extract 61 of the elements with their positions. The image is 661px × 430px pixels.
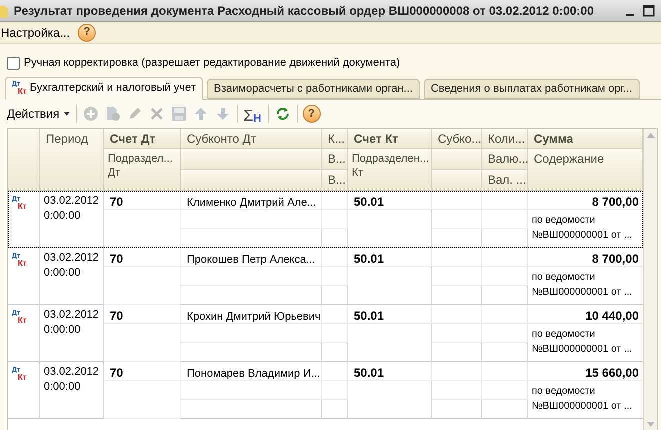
table-cell: 70 [110, 309, 124, 323]
arrow-up-icon [194, 107, 208, 121]
tab[interactable]: Сведения о выплатах работникам орг... [424, 79, 640, 99]
table-cell-text: по ведомости №ВШ000000001 от ... [532, 214, 634, 243]
column-header[interactable]: Период [40, 129, 104, 191]
scroll-up-icon[interactable] [646, 133, 654, 138]
table-cell: 03.02.2012 0:00:00 [44, 194, 99, 224]
table-cell: 70 [110, 195, 124, 209]
column-header[interactable]: Содержание [528, 149, 643, 191]
column-header[interactable]: В... [322, 149, 348, 170]
column-header[interactable]: К... [322, 129, 348, 149]
column-header[interactable]: Коли... [482, 129, 528, 149]
table-cell: 03.02.2012 0:00:00 [44, 308, 99, 338]
table-cell: 70 [110, 252, 124, 266]
actions-menu-button[interactable]: Действия [7, 105, 76, 123]
table-cell-text: по ведомости №ВШ000000001 от ... [532, 271, 634, 300]
window-title: Результат проведения документа Расходный кассовый ордер ВШ000000008 от 03.02.2012 0:00:00 [14, 2, 594, 20]
caret-icon [64, 112, 70, 116]
table-cell: 50.01 [354, 252, 384, 266]
document-icon [0, 4, 8, 18]
copy-icon [104, 106, 121, 122]
table-cell: Крохин Дмитрий Юрьевич [187, 311, 321, 323]
pencil-icon [128, 107, 142, 121]
table-cell: 8 700,00 [592, 195, 639, 209]
close-icon [150, 108, 163, 120]
column-header[interactable]: Субконто Дт [181, 129, 322, 149]
help-button[interactable]: ? [302, 105, 321, 123]
table-cell: 50.01 [354, 366, 384, 380]
table-cell: Пономарев Владимир И... [187, 368, 320, 380]
table-cell: Клименко Дмитрий Але... [187, 197, 317, 209]
table-cell: Прокошев Петр Алекса... [187, 254, 316, 266]
table-cell-text: по ведомости №ВШ000000001 от ... [532, 385, 634, 414]
column-header[interactable]: В... [322, 170, 348, 191]
column-header[interactable]: Счет Кт [348, 129, 432, 149]
column-header[interactable]: Подразделен... Кт [348, 149, 432, 191]
refresh-icon [276, 107, 290, 121]
floppy-icon [170, 106, 187, 122]
manual-edit-checkbox[interactable]: Ручная корректировка (разрешает редактирование движений документа) [7, 55, 400, 71]
settings-menu[interactable]: Настройка... [1, 24, 70, 42]
arrow-down-icon [216, 107, 230, 121]
column-header[interactable]: Субко... [432, 129, 482, 149]
sum-button[interactable]: ΣН [240, 103, 265, 125]
column-header[interactable]: Подраздел... Дт [104, 149, 181, 191]
table-cell: 15 660,00 [586, 366, 639, 380]
table-cell: 03.02.2012 0:00:00 [44, 251, 99, 281]
column-header[interactable]: Вал. ... [482, 170, 528, 191]
table-cell: 70 [110, 366, 124, 380]
column-header[interactable]: Валю... [482, 149, 528, 170]
table-cell: 8 700,00 [592, 252, 639, 266]
table-cell: 50.01 [354, 195, 384, 209]
table-cell: 03.02.2012 0:00:00 [44, 365, 99, 395]
table-cell: 50.01 [354, 309, 384, 323]
add-icon [82, 106, 99, 122]
help-button[interactable]: ? [78, 24, 96, 42]
column-header[interactable]: Счет Дт [104, 129, 181, 149]
scroll-down-icon[interactable] [646, 422, 654, 427]
column-header[interactable]: Сумма [528, 129, 643, 149]
table-cell-text: по ведомости №ВШ000000001 от ... [532, 328, 634, 357]
tab[interactable]: Взаиморасчеты с работниками орган... [207, 79, 420, 99]
maximize-icon[interactable] [643, 4, 655, 16]
table-cell: 10 440,00 [586, 309, 639, 323]
